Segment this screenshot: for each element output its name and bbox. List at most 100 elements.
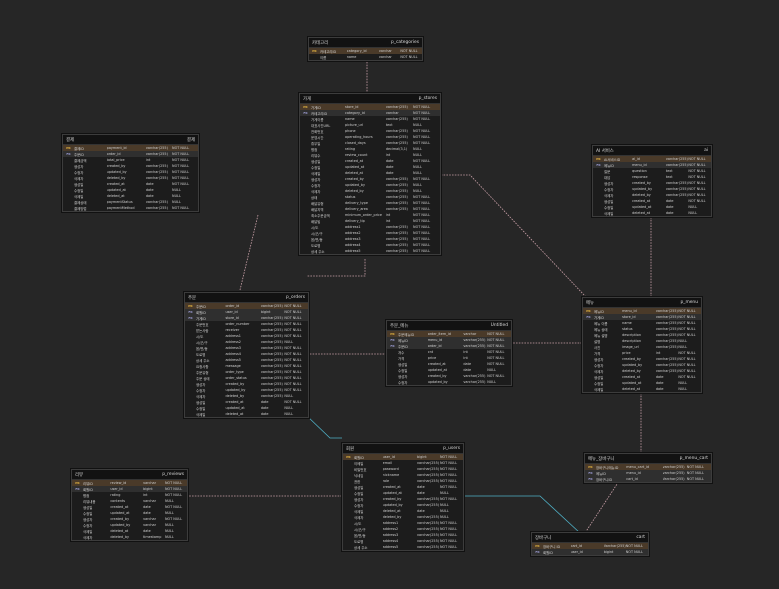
key-icon: PK	[535, 544, 540, 548]
column-null: NOT NULL	[413, 231, 431, 235]
column-null: NULL	[678, 345, 688, 349]
column-name: payment_id	[106, 146, 127, 150]
column-name: user_id	[570, 550, 583, 554]
table-p_payment[interactable]: 결제 결제 PK 결제ID payment_id varchar(255) NOT NULL…	[62, 134, 199, 212]
table-header[interactable]: 주문 p_orders	[185, 293, 308, 303]
column-name: user_id	[225, 310, 238, 314]
table-row[interactable]: 삭제자 deleted_by timestamp NULL	[72, 534, 187, 540]
column-comment: 삭제일	[604, 211, 614, 216]
column-type: varchar(255)	[655, 363, 678, 367]
column-comment: 장바구니ID	[596, 477, 613, 482]
column-null: NOT NULL	[686, 477, 704, 481]
column-name: address5	[345, 249, 361, 253]
table-row[interactable]: 이름 name varchar NOT NULL	[309, 54, 422, 60]
column-comment: 결제ID	[74, 146, 84, 151]
table-p_cart[interactable]: 장바구니 cart PK 장바구니 ID cart_id Varchar(255) NOT …	[531, 532, 649, 556]
table-header[interactable]: 장바구니 cart	[532, 533, 648, 543]
table-p_categories[interactable]: 카테고리 p_categories PK 카테고리ID category_id varch…	[308, 37, 423, 61]
column-name: nickname	[382, 473, 400, 477]
column-type: varchar(255)	[385, 189, 408, 193]
column-null: NOT NULL	[439, 473, 458, 477]
table-header[interactable]: AI 서비스 ai	[593, 146, 711, 156]
column-name: created_at	[382, 485, 401, 489]
table-label: 결제	[66, 137, 75, 143]
column-comment: 가격	[398, 356, 405, 361]
key-icon: PK	[66, 146, 71, 150]
column-comment: 상세 주소	[354, 545, 368, 550]
table-header[interactable]: 가게 p_stores	[300, 94, 440, 104]
column-name: updated_at	[382, 491, 402, 495]
table-header[interactable]: 메뉴_장바구니 p_menu_cart	[585, 454, 711, 464]
column-type: varchar(255)	[385, 231, 408, 235]
column-null: NOT NULL	[439, 539, 458, 543]
column-type: timestamp	[143, 535, 162, 539]
column-comment: 생성일	[83, 505, 93, 510]
column-name: question	[632, 169, 647, 173]
column-comment: 수정자	[594, 363, 604, 368]
table-header[interactable]: 결제 결제	[63, 135, 198, 145]
column-type: date	[655, 381, 664, 385]
table-p_users[interactable]: 회원 p_users PK 회원ID user_id bigint NOT NULL 이메일 e…	[342, 443, 464, 551]
column-null: NOT NULL	[400, 55, 418, 59]
column-comment: 회원ID	[354, 455, 364, 460]
table-p_order_menu[interactable]: 주문_메뉴 Untitled PK 주문메뉴ID order_item_id varcha…	[386, 320, 512, 386]
column-comment: 요청사항	[196, 364, 209, 369]
column-type: varchar(255)	[385, 201, 408, 205]
column-name: contents	[110, 499, 126, 503]
table-row[interactable]: FK 회원ID user_id bigint NOT NULL	[532, 549, 648, 555]
column-null: NOT NULL	[439, 485, 458, 489]
table-header[interactable]: 주문_메뉴 Untitled	[387, 321, 511, 331]
column-null: NULL	[487, 380, 496, 384]
column-type: varchar(255)	[417, 533, 440, 537]
column-null: NULL	[487, 368, 496, 372]
table-row[interactable]: 수정자 updated_by varchar(255) NULL	[387, 379, 511, 385]
table-row[interactable]: 결제방법 paymentMethod varchar(255) NOT NULL	[63, 205, 198, 211]
column-type: varchar(255)	[655, 333, 678, 337]
table-name: 결제	[186, 137, 195, 143]
column-comment: 수정일	[604, 205, 614, 210]
table-header[interactable]: 메뉴 p_menu	[583, 298, 701, 308]
table-label: 리뷰	[75, 472, 84, 478]
column-comment: 메뉴ID	[604, 163, 614, 168]
column-comment: 받는사람	[196, 328, 209, 333]
table-label: 주문	[188, 295, 197, 301]
column-comment: 결제상태	[74, 200, 87, 205]
column-type: varchar(255)	[417, 521, 440, 525]
column-type: varchar(255)	[260, 394, 283, 398]
table-row[interactable]: 삭제일 deleted_at date NULL	[593, 210, 711, 216]
column-comment: 삭제자	[604, 193, 614, 198]
column-name: paymentMethod	[106, 206, 135, 210]
column-type: date	[417, 485, 425, 489]
table-header[interactable]: 회원 p_users	[343, 444, 463, 454]
table-p_ai[interactable]: AI 서비스 ai PK AI서비스ID ai_id varchar(255) NOT NU…	[592, 145, 712, 217]
column-name: deleted_at	[632, 211, 651, 215]
table-row[interactable]: 상세 주소 address5 varchar(255) NOT NULL	[300, 248, 440, 254]
column-null: NOT NULL	[164, 481, 183, 485]
column-comment: 생성일	[604, 199, 614, 204]
column-null: NULL	[439, 515, 449, 519]
table-row[interactable]: 삭제일 deleted_at date NULL	[583, 386, 701, 392]
table-p_reviews[interactable]: 리뷰 p_reviews PK 리뷰ID review_id varchar NOT NUL…	[71, 469, 188, 541]
column-type: bigint	[417, 455, 427, 459]
column-name: description	[622, 333, 641, 337]
table-header[interactable]: 리뷰 p_reviews	[72, 470, 187, 480]
column-null: NULL	[413, 147, 422, 151]
table-row[interactable]: 삭제일 deleted_at date NULL	[185, 411, 308, 417]
table-p_menu[interactable]: 메뉴 p_menu PK 메뉴ID menu_id varchar(255) NOT NUL…	[582, 297, 702, 393]
column-null: NULL	[164, 523, 174, 527]
column-comment: 삭제자	[354, 515, 364, 520]
column-comment: 생성일	[398, 362, 408, 367]
link-stores-menu	[438, 174, 587, 298]
column-type: varchar(255)	[260, 316, 283, 320]
column-name: deleted_by	[345, 189, 364, 193]
table-p_orders[interactable]: 주문 p_orders PK 주문ID order_id varchar(255) NOT …	[184, 292, 309, 418]
table-row[interactable]: FK 장바구니ID cart_id Varchar(255) NOT NULL	[585, 476, 711, 482]
table-row[interactable]: 상세 주소 address5 varchar(255) NOT NULL	[343, 544, 463, 550]
table-p_menu_cart[interactable]: 메뉴_장바구니 p_menu_cart PK 장바구니메뉴ID menu_cart_id…	[584, 453, 712, 483]
column-type: bigint	[143, 487, 153, 491]
column-type: varchar(255)	[655, 345, 678, 349]
column-type: varchar(255)	[385, 237, 408, 241]
table-header[interactable]: 카테고리 p_categories	[309, 38, 422, 48]
table-p_stores[interactable]: 가게 p_stores PK 가게ID store_id varchar(255) NOT …	[299, 93, 441, 255]
column-type: date	[145, 182, 154, 186]
